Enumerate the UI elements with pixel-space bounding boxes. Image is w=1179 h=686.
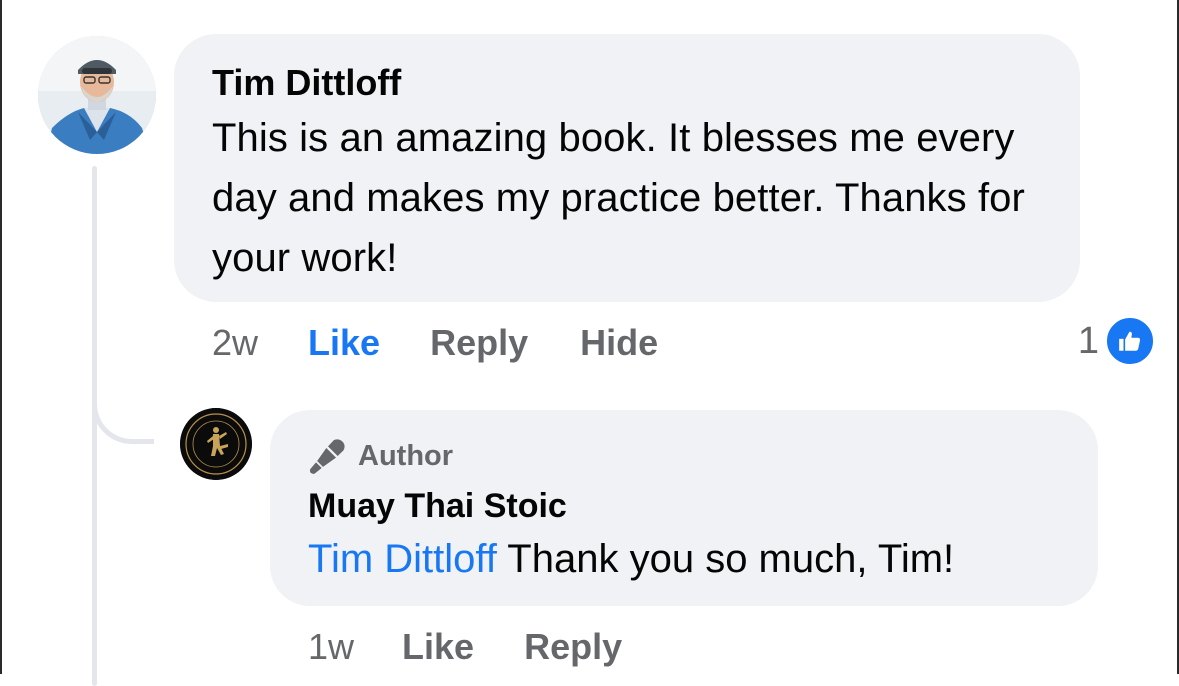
reply-like-button[interactable]: Like [402, 626, 474, 668]
reaction-count: 1 [1077, 319, 1099, 362]
mention-link[interactable]: Tim Dittloff [308, 537, 497, 581]
comment-actions: 2w Like Reply Hide [212, 318, 710, 368]
muay-thai-stoic-logo-icon [180, 408, 252, 480]
author-badge: Author [308, 436, 1062, 476]
like-button[interactable]: Like [308, 322, 380, 364]
reaction-summary[interactable]: 1 [1078, 316, 1155, 366]
frame-edge-left [0, 0, 2, 674]
microphone-icon [309, 439, 345, 474]
avatar-tim-dittloff[interactable] [38, 36, 156, 154]
comment-text: This is an amazing book. It blesses me e… [212, 116, 1025, 280]
reply-reply-button[interactable]: Reply [524, 626, 622, 668]
comment-bubble: Tim Dittloff This is an amazing book. It… [174, 34, 1080, 302]
avatar-muay-thai-stoic[interactable] [180, 408, 252, 480]
reply-author-name[interactable]: Muay Thai Stoic [308, 486, 1062, 526]
author-badge-label: Author [358, 439, 454, 472]
thread-line [92, 166, 97, 686]
comment-timestamp[interactable]: 2w [212, 322, 258, 364]
like-thumb-icon [1105, 316, 1155, 366]
comment-author-name[interactable]: Tim Dittloff [212, 62, 1042, 104]
reply-timestamp[interactable]: 1w [308, 626, 354, 668]
profile-photo-icon [38, 36, 156, 154]
reply-actions: 1w Like Reply [308, 622, 672, 672]
reply-bubble: Author Muay Thai Stoic Tim Dittloff Than… [270, 410, 1098, 606]
reply-text: Tim Dittloff Thank you so much, Tim! [308, 532, 1062, 586]
reply-button[interactable]: Reply [430, 322, 528, 364]
reply-message: Thank you so much, Tim! [507, 537, 955, 581]
thread-connector [92, 380, 154, 444]
hide-button[interactable]: Hide [580, 322, 658, 364]
